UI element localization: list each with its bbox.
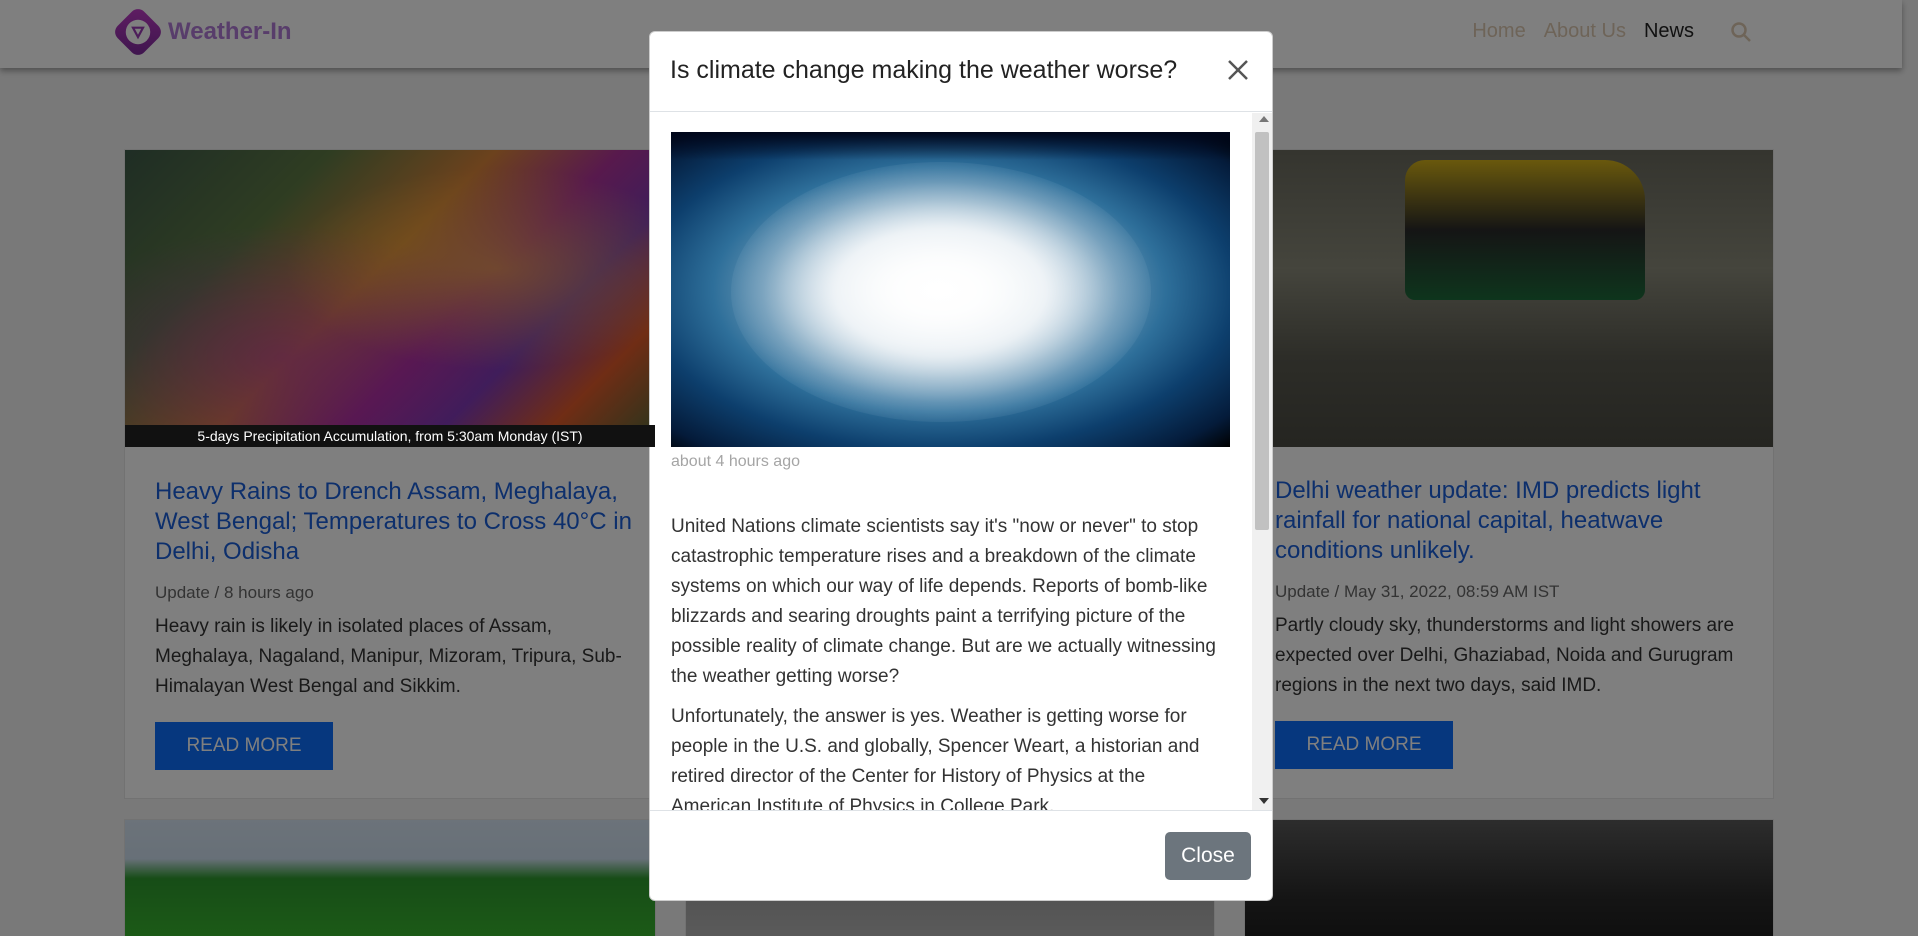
modal-paragraph: Unfortunately, the answer is yes. Weathe…	[671, 706, 1200, 810]
news-modal: Is climate change making the weather wor…	[649, 31, 1273, 901]
modal-timestamp: about 4 hours ago	[671, 453, 800, 470]
close-button[interactable]: Close	[1165, 832, 1251, 880]
modal-body[interactable]: about 4 hours ago United Nations climate…	[650, 113, 1272, 810]
modal-paragraph: United Nations climate scientists say it…	[671, 516, 1216, 687]
scroll-up-arrow-icon[interactable]	[1259, 116, 1269, 122]
modal-title: Is climate change making the weather wor…	[670, 56, 1178, 84]
hurricane-image	[671, 132, 1230, 447]
scrollbar-thumb[interactable]	[1255, 132, 1269, 530]
modal-header: Is climate change making the weather wor…	[650, 32, 1272, 112]
modal-scrollbar[interactable]	[1252, 113, 1272, 810]
modal-footer: Close	[650, 810, 1272, 901]
close-icon[interactable]	[1220, 52, 1256, 88]
image-caption: 5-days Precipitation Accumulation, from …	[125, 425, 655, 447]
scroll-down-arrow-icon[interactable]	[1259, 798, 1269, 804]
